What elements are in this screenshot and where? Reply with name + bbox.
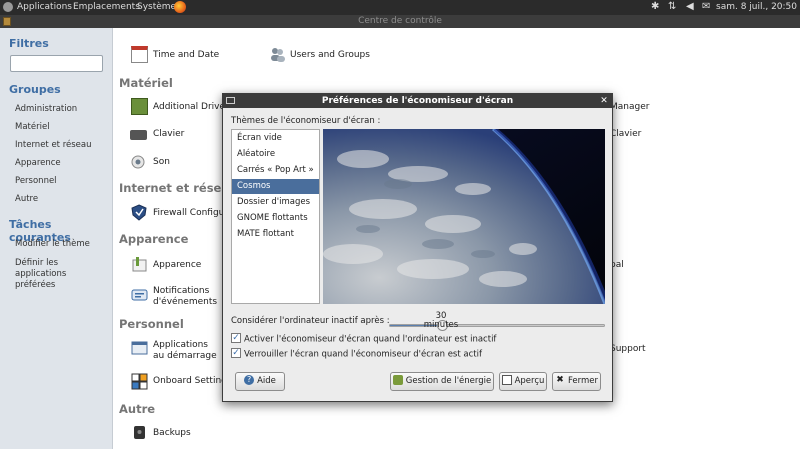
lock-screen-label: Verrouiller l'écran quand l'économiseur … [244, 349, 482, 360]
notifications-icon [131, 287, 148, 304]
help-button[interactable]: ? Aide [235, 372, 285, 391]
group-link-apparence[interactable]: Apparence [15, 158, 61, 169]
task-link-theme[interactable]: Modifier le thème [15, 239, 90, 250]
group-link-materiel[interactable]: Matériel [15, 122, 50, 133]
group-link-administration[interactable]: Administration [15, 104, 77, 115]
group-link-autre[interactable]: Autre [15, 194, 38, 205]
groups-heading: Groupes [9, 83, 61, 96]
theme-ecran-vide[interactable]: Écran vide [232, 131, 319, 146]
item-backups[interactable]: Backups [153, 428, 191, 439]
distribution-logo-icon[interactable] [3, 2, 13, 12]
top-panel: Applications Emplacements Système ✱ ⇅ ◀ … [0, 0, 800, 15]
window-title: Centre de contrôle [358, 16, 442, 26]
close-button[interactable]: ✖ Fermer [552, 372, 601, 391]
volume-icon[interactable]: ◀ [686, 1, 694, 12]
power-button-label: Gestion de l'énergie [405, 376, 492, 386]
lock-screen-row[interactable]: ✓ Verrouiller l'écran quand l'économiseur… [231, 348, 482, 360]
firefox-launcher-icon[interactable] [174, 1, 186, 13]
earth-from-space-preview [323, 129, 605, 304]
category-internet: Internet et réseau [119, 181, 238, 195]
task-link-preferred-apps[interactable]: Définir les applications préférées [15, 258, 90, 291]
appearance-brush-icon [131, 256, 148, 273]
help-icon: ? [244, 374, 255, 385]
screensaver-dialog: Préférences de l'économiseur d'écran ✕ T… [222, 93, 613, 402]
power-icon [392, 374, 403, 385]
drivers-chip-icon [131, 98, 148, 115]
theme-list[interactable]: Écran vide Aléatoire Carrés « Pop Art » … [231, 129, 320, 304]
item-right-support[interactable]: Support [610, 344, 646, 355]
item-right-clavier[interactable]: Clavier [610, 129, 641, 140]
onboard-keyboard-icon [131, 373, 148, 390]
theme-cosmos[interactable]: Cosmos [232, 179, 319, 194]
close-icon[interactable]: ✕ [599, 96, 609, 106]
dialog-title: Préférences de l'économiseur d'écran [321, 96, 514, 106]
item-onboard[interactable]: Onboard Settings [153, 376, 232, 387]
activate-screensaver-row[interactable]: ✓ Activer l'économiseur d'écran quand l'o… [231, 333, 497, 345]
lock-screen-checkbox[interactable]: ✓ [231, 348, 241, 358]
category-personnel: Personnel [119, 317, 184, 331]
item-notifications[interactable]: Notifications d'événements [153, 286, 218, 308]
group-link-personnel[interactable]: Personnel [15, 176, 57, 187]
control-center-icon [3, 17, 11, 26]
category-apparence: Apparence [119, 232, 189, 246]
screensaver-preview [323, 129, 605, 304]
screensaver-monitor-icon [226, 97, 235, 104]
menu-systeme[interactable]: Système [137, 2, 176, 12]
category-autre: Autre [119, 402, 156, 416]
item-time-date[interactable]: Time and Date [153, 50, 219, 61]
item-apps-demarrage[interactable]: Applications au démarrage [153, 340, 221, 362]
users-icon [269, 46, 286, 63]
preview-button[interactable]: Aperçu [499, 372, 547, 391]
sidebar: Filtres Groupes Administration Matériel … [0, 28, 113, 449]
clock[interactable]: sam. 8 juil., 20:50 [716, 2, 797, 12]
bluetooth-icon[interactable]: ✱ [651, 1, 659, 12]
menu-emplacements[interactable]: Emplacements [73, 2, 140, 12]
activate-screensaver-label: Activer l'économiseur d'écran quand l'or… [244, 334, 497, 345]
menu-applications[interactable]: Applications [17, 2, 72, 12]
filter-input[interactable] [10, 55, 103, 72]
window-title-bar[interactable]: Centre de contrôle [0, 15, 800, 28]
close-button-label: Fermer [567, 376, 598, 386]
theme-aleatoire[interactable]: Aléatoire [232, 147, 319, 162]
startup-apps-icon [131, 340, 148, 357]
category-materiel: Matériel [119, 76, 173, 90]
item-right-manager[interactable]: Manager [610, 102, 649, 113]
item-firewall[interactable]: Firewall Configuration [153, 208, 223, 219]
idle-time-slider[interactable] [389, 324, 605, 327]
power-management-button[interactable]: Gestion de l'énergie [390, 372, 494, 391]
item-apparence[interactable]: Apparence [153, 260, 201, 271]
backups-icon [131, 424, 148, 441]
activate-screensaver-checkbox[interactable]: ✓ [231, 333, 241, 343]
firewall-shield-icon [131, 204, 148, 221]
item-son[interactable]: Son [153, 157, 170, 168]
item-clavier[interactable]: Clavier [153, 129, 184, 140]
themes-label: Thèmes de l'économiseur d'écran : [231, 116, 381, 126]
keyboard-icon [130, 130, 147, 140]
dialog-title-bar[interactable]: Préférences de l'économiseur d'écran ✕ [223, 94, 612, 108]
theme-dossier-images[interactable]: Dossier d'images [232, 195, 319, 210]
idle-time-label: Considérer l'ordinateur inactif après : [231, 316, 390, 326]
close-x-icon: ✖ [556, 374, 564, 385]
theme-mate-flottant[interactable]: MATE flottant [232, 227, 319, 242]
sound-icon [130, 154, 147, 171]
theme-pop-art[interactable]: Carrés « Pop Art » [232, 163, 319, 178]
mail-icon[interactable]: ✉ [702, 1, 710, 12]
group-link-internet[interactable]: Internet et réseau [15, 140, 92, 151]
network-icon[interactable]: ⇅ [668, 1, 676, 12]
preview-window-icon [501, 374, 512, 385]
filter-heading: Filtres [9, 37, 49, 50]
item-users-groups[interactable]: Users and Groups [290, 50, 370, 61]
idle-time-value: 30 minutes [423, 311, 459, 330]
help-button-label: Aide [257, 376, 276, 386]
preview-button-label: Aperçu [514, 376, 545, 386]
theme-gnome-flottants[interactable]: GNOME flottants [232, 211, 319, 226]
calendar-icon [131, 46, 148, 63]
